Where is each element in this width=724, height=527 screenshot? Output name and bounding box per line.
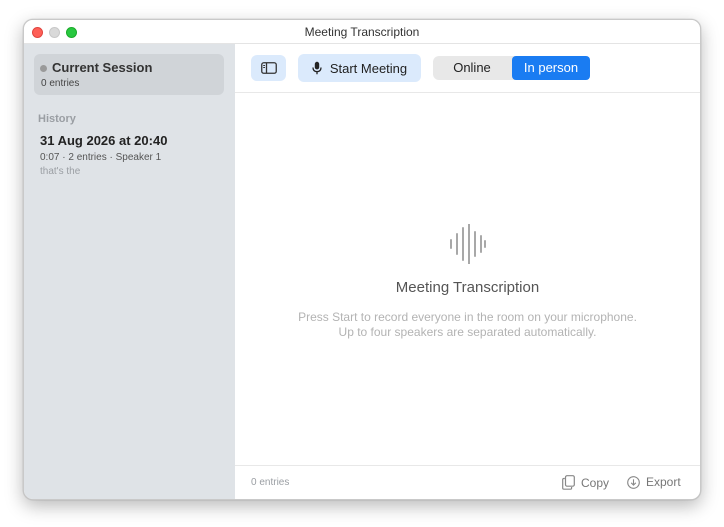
app-window: Meeting Transcription Current Session 0 … [23, 19, 701, 500]
copy-label: Copy [581, 475, 610, 490]
history-item[interactable]: 31 Aug 2026 at 20:40 0:07 · 2 entries · … [40, 133, 220, 177]
empty-state-line-2: Up to four speakers are separated automa… [338, 325, 597, 339]
footer-bar: 0 entries Copy Export [235, 465, 700, 499]
history-item-meta: 0:07 · 2 entries · Speaker 1 [40, 152, 162, 163]
copy-button[interactable]: Copy [562, 475, 609, 490]
empty-state-line-1: Press Start to record everyone in the ro… [298, 310, 637, 324]
empty-state-title: Meeting Transcription [395, 279, 540, 296]
start-meeting-label: Start Meeting [329, 60, 408, 76]
export-icon [627, 475, 640, 489]
history-heading: History [38, 113, 76, 125]
toolbar: Start Meeting Online In person [235, 44, 700, 93]
title-bar: Meeting Transcription [24, 20, 700, 44]
sidebar: Current Session 0 entries History 31 Aug… [24, 44, 235, 499]
waveform-icon [449, 224, 486, 264]
window-title: Meeting Transcription [304, 25, 420, 39]
mode-online-option[interactable]: Online [433, 56, 511, 80]
export-label: Export [646, 475, 681, 489]
empty-state: Meeting Transcription Press Start to rec… [235, 224, 700, 340]
meeting-mode-control: Online In person [433, 56, 590, 80]
copy-icon [562, 475, 575, 490]
main-panel: Start Meeting Online In person Meeting T… [235, 44, 700, 499]
status-dot-icon [40, 65, 47, 72]
microphone-icon [312, 61, 322, 75]
sidebar-toggle-button[interactable] [251, 55, 286, 81]
empty-state-description: Press Start to record everyone in the ro… [235, 310, 700, 340]
history-item-title: 31 Aug 2026 at 20:40 [40, 133, 168, 148]
entries-count: 0 entries [251, 477, 290, 488]
current-session-item[interactable]: Current Session 0 entries [34, 54, 224, 95]
mode-in-person-option[interactable]: In person [512, 56, 590, 80]
start-meeting-button[interactable]: Start Meeting [298, 54, 421, 82]
export-button[interactable]: Export [627, 475, 681, 489]
current-session-count: 0 entries [41, 78, 80, 89]
current-session-title: Current Session [52, 60, 153, 75]
sidebar-toggle-icon [260, 62, 277, 74]
history-item-preview: that's the [40, 166, 81, 177]
